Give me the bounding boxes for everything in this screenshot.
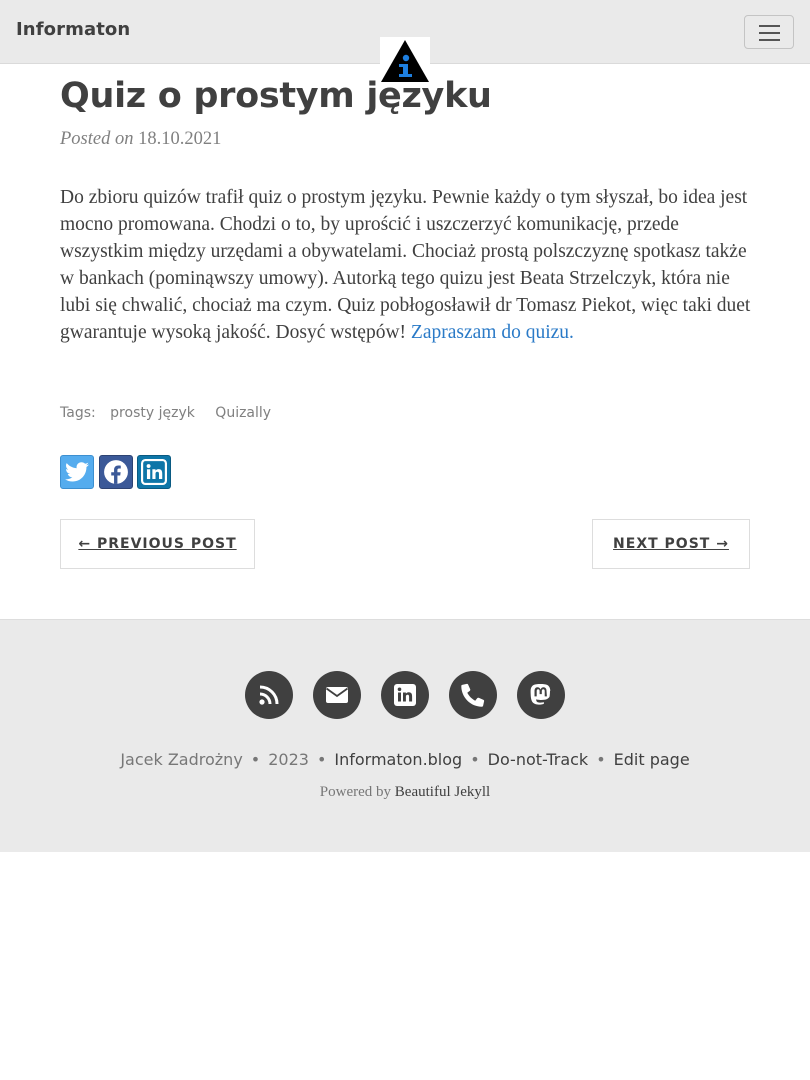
separator: •: [470, 750, 480, 769]
phone-link[interactable]: [449, 671, 497, 719]
footer: Jacek Zadrożny • 2023 • Informaton.blog • Do-n…: [0, 619, 810, 852]
menu-toggle-button[interactable]: [744, 15, 794, 49]
phone-icon: [461, 683, 485, 707]
hamburger-line: [759, 39, 780, 41]
powered-by-label: Powered by: [319, 784, 392, 800]
facebook-share-button[interactable]: [99, 455, 133, 489]
hamburger-line: [759, 25, 780, 27]
copyright-year: 2023: [268, 750, 309, 769]
tag-link[interactable]: Quizally: [215, 405, 271, 421]
separator: •: [316, 750, 327, 769]
hamburger-line: [759, 32, 780, 34]
theme-credit: Powered by Beautiful Jekyll: [0, 784, 810, 801]
footer-credits: Jacek Zadrożny • 2023 • Informaton.blog • Do-n…: [0, 750, 810, 769]
rss-link[interactable]: [245, 671, 293, 719]
linkedin-link[interactable]: [381, 671, 429, 719]
mastodon-link[interactable]: [517, 671, 565, 719]
twitter-share-button[interactable]: [60, 455, 94, 489]
edit-page-link[interactable]: Edit page: [614, 750, 690, 769]
post-meta: Posted on 18.10.2021: [60, 129, 221, 150]
theme-link[interactable]: Beautiful Jekyll: [395, 784, 490, 800]
rss-icon: [259, 685, 279, 705]
site-link[interactable]: Informaton.blog: [334, 750, 462, 769]
tags-label: Tags:: [60, 405, 96, 421]
linkedin-share-button[interactable]: [137, 455, 171, 489]
quiz-link[interactable]: Zapraszam do quizu.: [411, 322, 574, 343]
mastodon-icon: [530, 684, 551, 705]
tags: Tags: prosty język Quizally: [60, 405, 271, 421]
post-title: Quiz o prostym języku: [60, 76, 492, 116]
do-not-track-link[interactable]: Do-not-Track: [488, 750, 589, 769]
separator: •: [596, 750, 606, 769]
post-date: 18.10.2021: [138, 129, 222, 149]
author-name: Jacek Zadrożny: [120, 750, 243, 769]
envelope-icon: [325, 687, 349, 703]
email-link[interactable]: [313, 671, 361, 719]
post-body: Do zbioru quizów trafił quiz o prostym j…: [60, 184, 760, 346]
linkedin-icon: [141, 459, 167, 485]
next-post-button[interactable]: Next Post →: [592, 519, 750, 569]
separator: •: [250, 750, 261, 769]
site-brand[interactable]: Informaton: [16, 19, 130, 40]
facebook-icon: [104, 460, 128, 484]
linkedin-icon: [394, 684, 416, 706]
posted-label: Posted on: [60, 129, 134, 149]
twitter-icon: [65, 462, 89, 482]
post-paragraph: Do zbioru quizów trafił quiz o prostym j…: [60, 187, 751, 343]
previous-post-button[interactable]: ← Previous Post: [60, 519, 255, 569]
tag-link[interactable]: prosty język: [110, 405, 195, 421]
